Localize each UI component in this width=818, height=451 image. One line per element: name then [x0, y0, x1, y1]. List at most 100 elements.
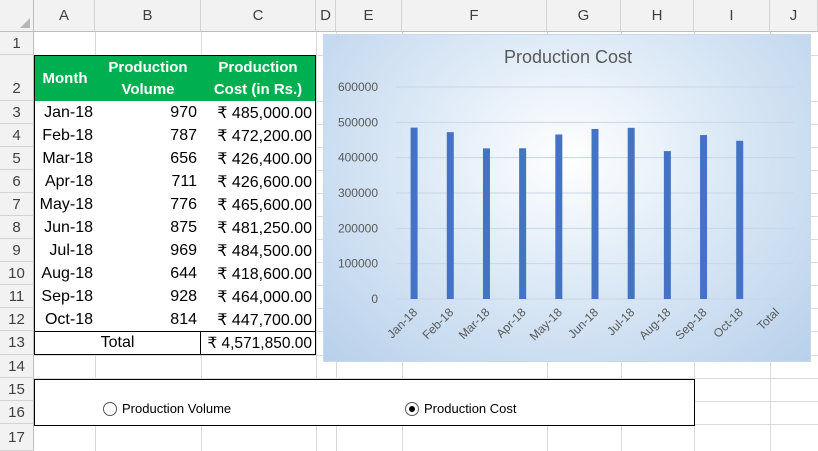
y-tick-label: 500000: [338, 115, 378, 129]
x-tick-label: Sep-18: [672, 305, 709, 342]
radio-label-cost: Production Cost: [424, 401, 517, 416]
radio-production-volume[interactable]: Production Volume: [103, 401, 231, 416]
chart-bar[interactable]: [700, 135, 708, 299]
column-header-f[interactable]: F: [402, 0, 547, 32]
cost-cell[interactable]: ₹ 485,000.00: [201, 101, 316, 124]
row-header-2[interactable]: 2: [0, 55, 34, 101]
cost-cell[interactable]: ₹ 472,200.00: [201, 124, 316, 147]
y-tick-label: 600000: [338, 80, 378, 94]
cost-cell[interactable]: ₹ 481,250.00: [201, 216, 316, 239]
cost-cell[interactable]: ₹ 465,600.00: [201, 193, 316, 216]
volume-cell[interactable]: 969: [95, 239, 201, 262]
volume-cell[interactable]: 776: [95, 193, 201, 216]
chart-bar[interactable]: [410, 127, 418, 299]
radio-button-icon[interactable]: [103, 401, 117, 416]
row-header-17[interactable]: 17: [0, 424, 34, 451]
column-header-c[interactable]: C: [201, 0, 316, 32]
row-header-13[interactable]: 13: [0, 331, 34, 355]
row-header-4[interactable]: 4: [0, 124, 34, 147]
cost-cell[interactable]: ₹ 426,600.00: [201, 170, 316, 193]
cost-cell[interactable]: ₹ 426,400.00: [201, 147, 316, 170]
row-header-8[interactable]: 8: [0, 216, 34, 239]
volume-cell[interactable]: 875: [95, 216, 201, 239]
chart-bar[interactable]: [555, 134, 563, 299]
month-cell[interactable]: Feb-18: [34, 124, 95, 147]
chart-bar[interactable]: [519, 148, 527, 299]
y-tick-label: 200000: [338, 221, 378, 235]
month-cell[interactable]: Mar-18: [34, 147, 95, 170]
y-tick-label: 0: [371, 292, 378, 306]
volume-cell[interactable]: 814: [95, 308, 201, 331]
row-header-5[interactable]: 5: [0, 147, 34, 170]
header-month[interactable]: Month: [34, 55, 95, 101]
cost-cell[interactable]: ₹ 418,600.00: [201, 262, 316, 285]
row-header-6[interactable]: 6: [0, 170, 34, 193]
x-tick-label: Jun-18: [565, 305, 601, 341]
month-cell[interactable]: Sep-18: [34, 285, 95, 308]
y-tick-label: 100000: [338, 257, 378, 271]
x-tick-label: Aug-18: [636, 305, 673, 342]
chart-bar[interactable]: [446, 132, 454, 299]
volume-cell[interactable]: 656: [95, 147, 201, 170]
volume-cell[interactable]: 928: [95, 285, 201, 308]
row-header-1[interactable]: 1: [0, 32, 34, 55]
x-tick-label: Mar-18: [456, 305, 493, 342]
y-tick-label: 400000: [338, 151, 378, 165]
row-header-3[interactable]: 3: [0, 101, 34, 124]
volume-cell[interactable]: 711: [95, 170, 201, 193]
column-header-g[interactable]: G: [547, 0, 621, 32]
month-cell[interactable]: Aug-18: [34, 262, 95, 285]
radio-production-cost[interactable]: Production Cost: [405, 401, 517, 416]
x-tick-label: Total: [754, 305, 782, 333]
column-header-a[interactable]: A: [34, 0, 95, 32]
production-table: Month Production Volume Production Cost (i…: [34, 55, 316, 355]
volume-cell[interactable]: 970: [95, 101, 201, 124]
production-chart[interactable]: 0 100000 200000 300000 400000 500000 600000 Ja…: [323, 34, 811, 362]
cost-cell[interactable]: ₹ 447,700.00: [201, 308, 316, 331]
x-tick-label: May-18: [527, 305, 565, 343]
month-cell[interactable]: Apr-18: [34, 170, 95, 193]
chart-bar[interactable]: [663, 151, 671, 299]
cost-cell[interactable]: ₹ 464,000.00: [201, 285, 316, 308]
row-header-15[interactable]: 15: [0, 378, 34, 401]
select-all-corner[interactable]: [0, 0, 34, 32]
volume-cell[interactable]: 644: [95, 262, 201, 285]
column-header-j[interactable]: J: [770, 0, 818, 32]
option-group-box: Production Volume Production Cost: [34, 379, 695, 426]
radio-label-volume: Production Volume: [122, 401, 232, 416]
total-label-cell[interactable]: Total: [34, 331, 201, 355]
row-header-14[interactable]: 14: [0, 355, 34, 378]
month-cell[interactable]: Jun-18: [34, 216, 95, 239]
row-header-7[interactable]: 7: [0, 193, 34, 216]
header-cost[interactable]: Production Cost (in Rs.): [201, 55, 316, 101]
column-header-b[interactable]: B: [95, 0, 201, 32]
month-cell[interactable]: Jan-18: [34, 101, 95, 124]
chart-bar[interactable]: [736, 140, 744, 299]
x-tick-label: Feb-18: [420, 305, 457, 342]
cost-cell[interactable]: ₹ 484,500.00: [201, 239, 316, 262]
row-header-9[interactable]: 9: [0, 239, 34, 262]
chart-bar[interactable]: [482, 148, 490, 299]
chart-canvas: 0 100000 200000 300000 400000 500000 600000 Ja…: [338, 47, 794, 343]
x-tick-label: Jan-18: [384, 305, 420, 341]
chart-title: Production Cost: [504, 47, 632, 67]
column-header-d[interactable]: D: [316, 0, 336, 32]
chart-bar[interactable]: [627, 127, 635, 299]
column-header-i[interactable]: I: [694, 0, 770, 32]
row-header-10[interactable]: 10: [0, 262, 34, 285]
column-header-h[interactable]: H: [621, 0, 694, 32]
y-tick-label: 300000: [338, 186, 378, 200]
month-cell[interactable]: May-18: [34, 193, 95, 216]
chart-bar[interactable]: [591, 128, 599, 299]
x-tick-label: Apr-18: [493, 305, 529, 341]
column-header-e[interactable]: E: [336, 0, 402, 32]
total-value-cell[interactable]: ₹ 4,571,850.00: [201, 331, 316, 355]
header-volume[interactable]: Production Volume: [95, 55, 201, 101]
row-header-16[interactable]: 16: [0, 401, 34, 424]
row-header-12[interactable]: 12: [0, 308, 34, 331]
volume-cell[interactable]: 787: [95, 124, 201, 147]
month-cell[interactable]: Oct-18: [34, 308, 95, 331]
month-cell[interactable]: Jul-18: [34, 239, 95, 262]
row-header-11[interactable]: 11: [0, 285, 34, 308]
radio-button-icon[interactable]: [405, 401, 419, 416]
